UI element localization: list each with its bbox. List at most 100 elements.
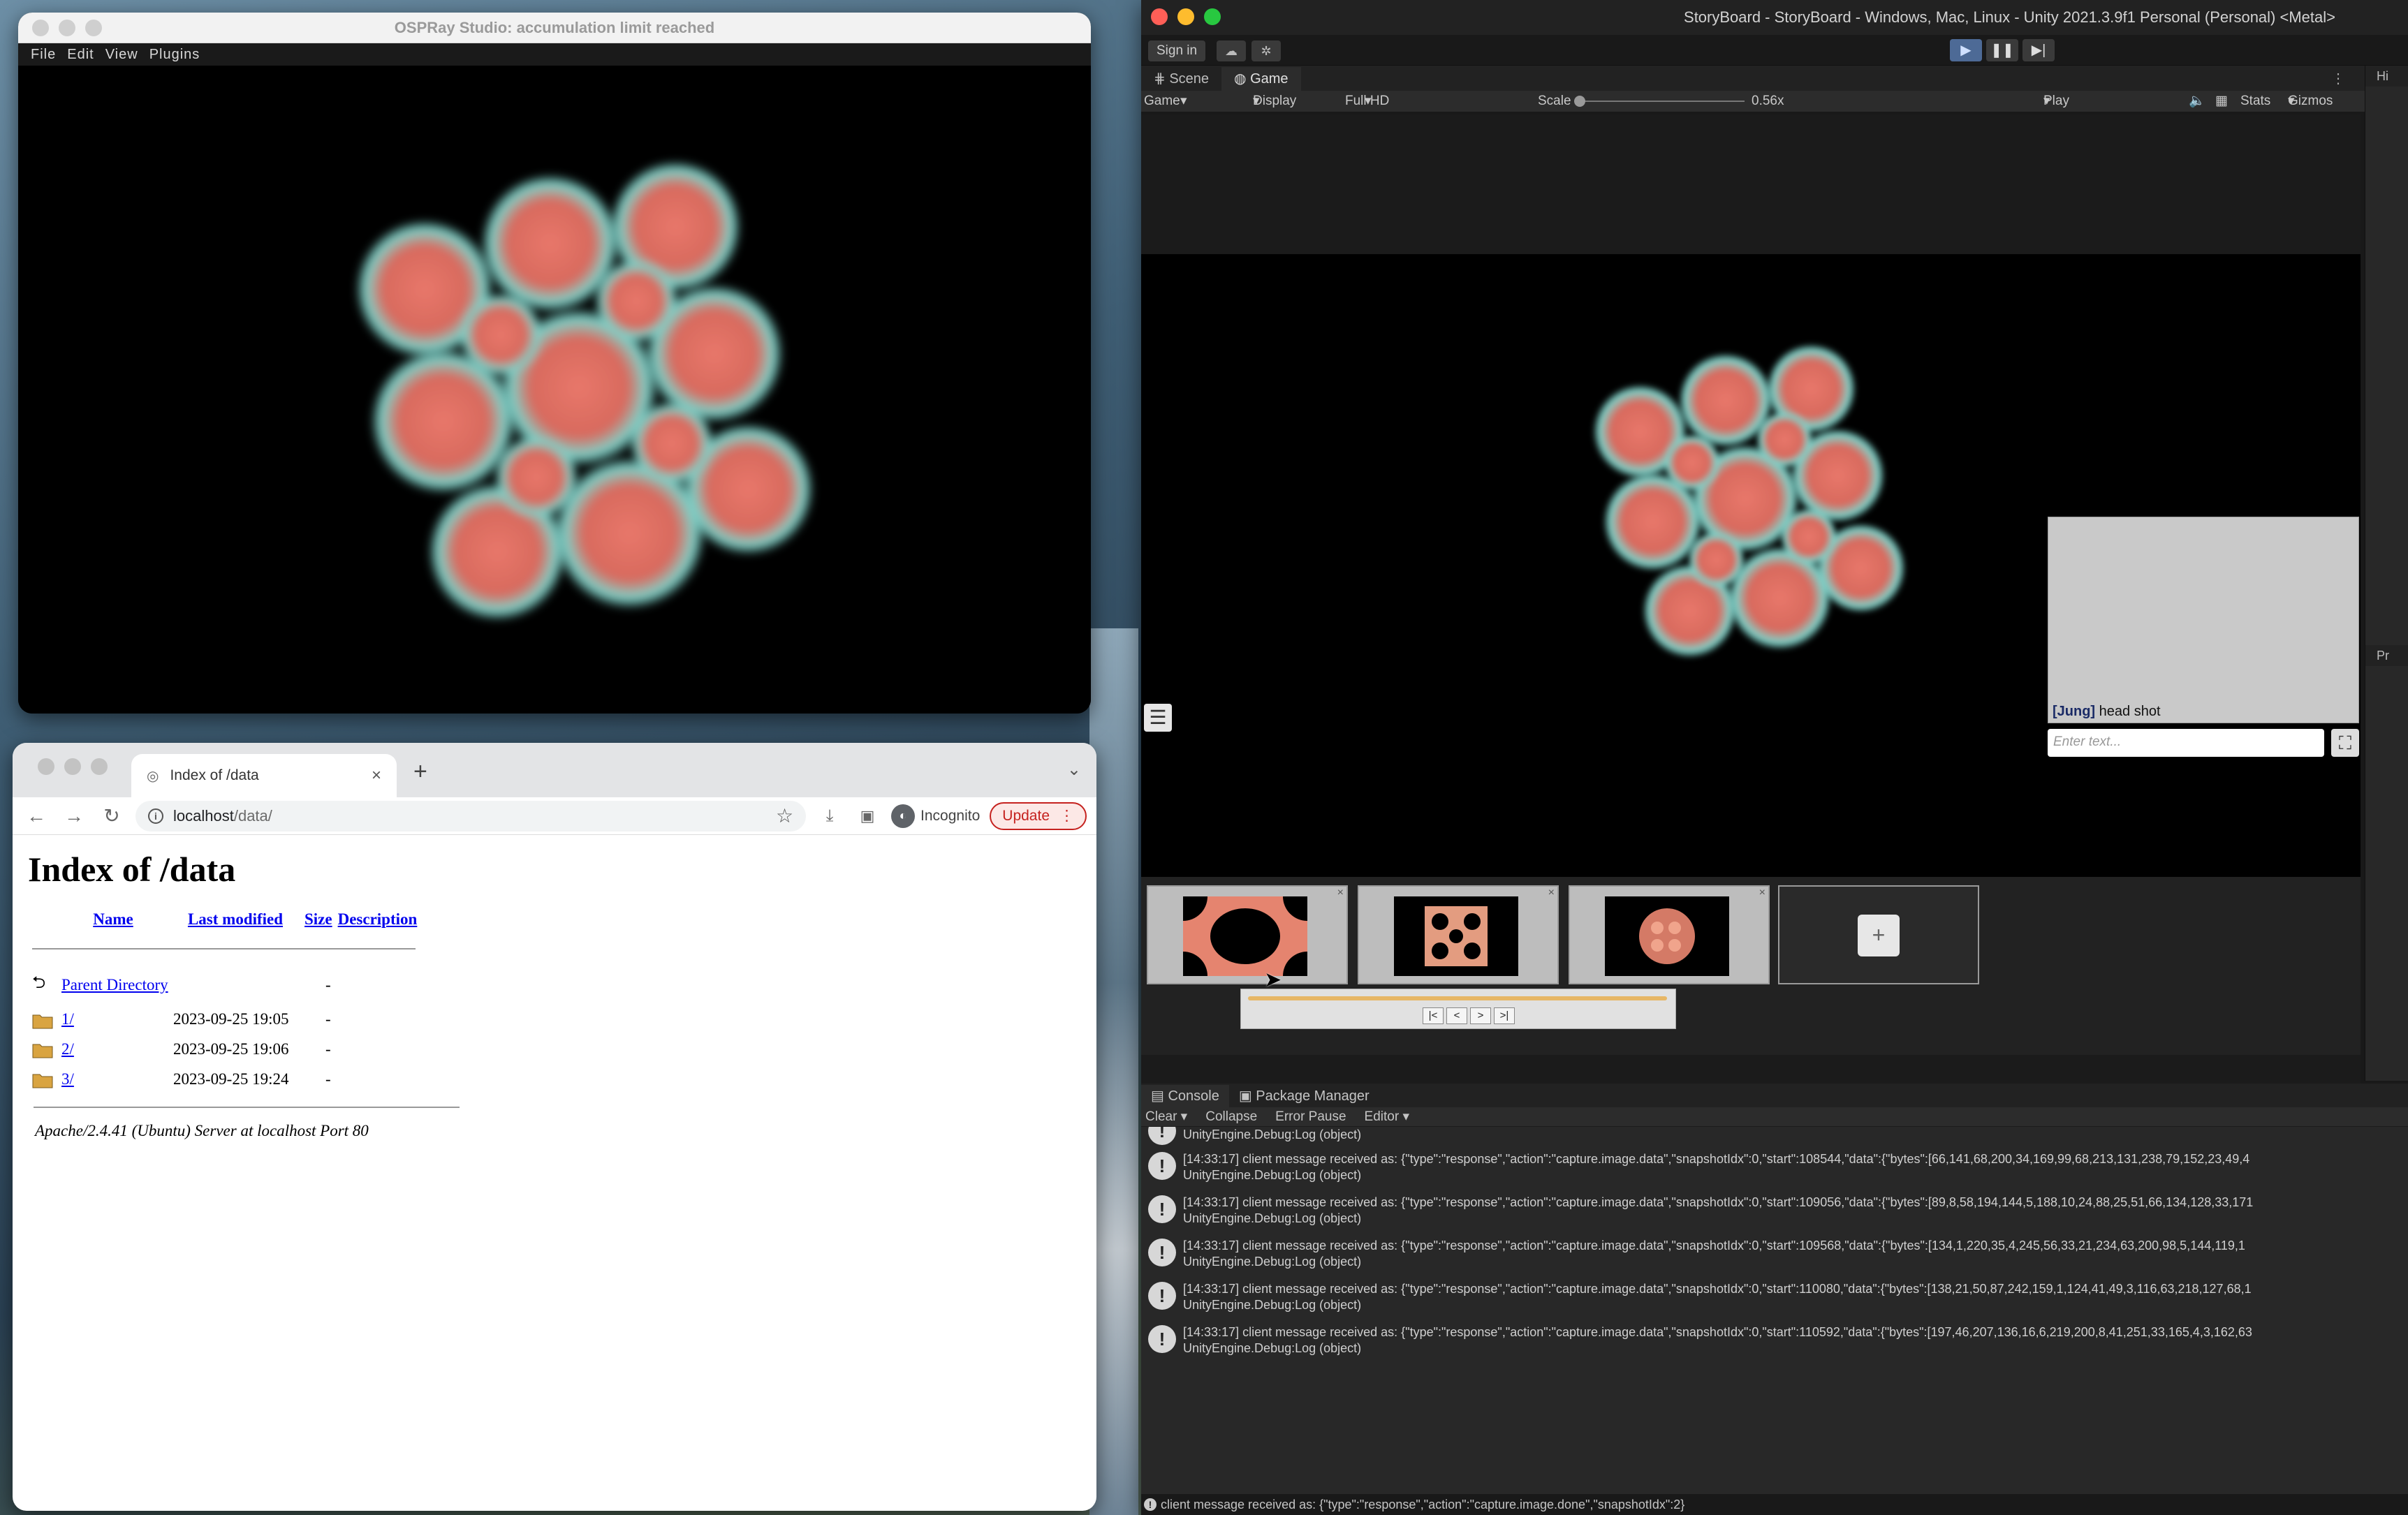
shot-label: head shot	[2099, 704, 2161, 719]
error-pause-button[interactable]: Error Pause	[1275, 1107, 1346, 1126]
log-entry[interactable]: ! [14:33:17] client message received as:…	[1141, 1233, 2408, 1276]
side-panel-icon[interactable]: ▣	[853, 802, 881, 830]
close-icon[interactable]	[32, 20, 49, 36]
address-bar[interactable]: i localhost/data/ ☆	[135, 800, 807, 832]
timeline-progress[interactable]	[1248, 996, 1667, 1000]
sort-name-link[interactable]: Name	[93, 910, 133, 928]
menu-plugins[interactable]: Plugins	[149, 43, 212, 66]
log-entry[interactable]: ! [14:33:17] client message received as:…	[1141, 1190, 2408, 1233]
sort-modified-link[interactable]: Last modified	[188, 910, 283, 928]
download-icon[interactable]: ⤓	[816, 802, 844, 830]
collapse-button[interactable]: Collapse	[1205, 1107, 1257, 1126]
prev-icon[interactable]: <	[1446, 1007, 1467, 1024]
url-text[interactable]: localhost/data/	[173, 807, 766, 825]
close-icon[interactable]	[1151, 8, 1168, 25]
folder-link[interactable]: 1/	[61, 1010, 74, 1028]
pause-icon[interactable]: ❚❚	[1986, 39, 2018, 61]
storyboard-frame-3[interactable]: ×	[1569, 885, 1770, 984]
game-view[interactable]: [Jung] head shot Enter text... ⛶ ☰ × × ×…	[1141, 114, 2361, 1084]
column-name[interactable]: Name	[57, 908, 169, 940]
tab-package-manager[interactable]: ▣ Package Manager	[1229, 1085, 1379, 1107]
scale-slider[interactable]	[1577, 101, 1745, 102]
chevron-down-icon: ▾	[1365, 94, 1372, 108]
close-icon[interactable]: ×	[1759, 887, 1765, 899]
sort-description-link[interactable]: Description	[338, 910, 418, 928]
maximize-icon[interactable]	[91, 758, 108, 775]
storyboard-frame-2[interactable]: ×	[1358, 885, 1559, 984]
back-arrow-icon: ⮌	[32, 974, 46, 992]
hierarchy-header[interactable]: Hi	[2365, 66, 2408, 87]
sign-in-button[interactable]: Sign in	[1148, 40, 1206, 61]
close-icon[interactable]	[38, 758, 54, 775]
close-icon[interactable]: ×	[1337, 887, 1344, 899]
reload-icon[interactable]: ↻	[98, 802, 126, 830]
globe-icon: ◎	[147, 768, 159, 784]
collab-icon[interactable]: ✲	[1251, 40, 1281, 61]
tab-console[interactable]: ▤ Console	[1141, 1085, 1229, 1107]
storyboard-frame-1[interactable]: ×	[1147, 885, 1348, 984]
log-entry[interactable]: ! [14:33:17] client message received as:…	[1141, 1276, 2408, 1320]
chevron-down-icon[interactable]: ⌄	[1067, 760, 1081, 780]
play-focused-dropdown[interactable]: Play Focused ▾	[2043, 91, 2094, 129]
update-button[interactable]: Update ⋮	[990, 801, 1087, 830]
tab-scene[interactable]: ⋕ Scene	[1141, 67, 1221, 91]
minimize-icon[interactable]	[59, 20, 75, 36]
maximize-icon[interactable]	[85, 20, 102, 36]
maximize-icon[interactable]	[1204, 8, 1221, 25]
sort-size-link[interactable]: Size	[304, 910, 332, 928]
menu-file[interactable]: File	[31, 43, 67, 66]
next-icon[interactable]: >	[1470, 1007, 1491, 1024]
new-tab-button[interactable]: +	[413, 758, 427, 785]
window-title: StoryBoard - StoryBoard - Windows, Mac, …	[1684, 8, 2335, 26]
mute-icon[interactable]: 🔈	[2189, 91, 2205, 112]
menu-view[interactable]: View	[105, 43, 149, 66]
parent-directory-link[interactable]: Parent Directory	[61, 976, 168, 993]
folder-link[interactable]: 3/	[61, 1070, 74, 1088]
column-size[interactable]: Size	[302, 908, 335, 940]
cloud-icon[interactable]: ☁	[1217, 40, 1246, 61]
close-tab-icon[interactable]: ×	[372, 766, 381, 785]
render-viewport[interactable]	[18, 66, 1091, 714]
skip-end-icon[interactable]: >|	[1494, 1007, 1515, 1024]
window-controls	[38, 758, 108, 775]
display-dropdown[interactable]: Display 1 ▾	[1253, 91, 1296, 129]
star-icon[interactable]: ☆	[776, 804, 793, 827]
info-icon: !	[1144, 1498, 1157, 1511]
hamburger-menu-icon[interactable]: ☰	[1144, 704, 1172, 732]
window-title: OSPRay Studio: accumulation limit reache…	[394, 19, 715, 36]
play-icon[interactable]: ▶	[1950, 39, 1982, 61]
stats-button[interactable]: Stats	[2240, 91, 2270, 112]
incognito-indicator[interactable]: ◐ Incognito	[891, 804, 980, 828]
editor-dropdown[interactable]: Editor ▾	[1365, 1107, 1409, 1126]
log-entry[interactable]: ! [14:33:17] client message received as:…	[1141, 1146, 2408, 1190]
skip-start-icon[interactable]: |<	[1423, 1007, 1444, 1024]
column-description[interactable]: Description	[335, 908, 420, 940]
expand-icon[interactable]: ⛶	[2331, 729, 2359, 757]
editor-tabs: ⋕ Scene ◍ Game ⋮	[1141, 66, 2408, 91]
info-icon[interactable]: i	[148, 808, 163, 824]
status-bar[interactable]: ! client message received as: {"type":"r…	[1141, 1494, 2408, 1515]
forward-icon[interactable]: →	[60, 802, 88, 830]
minimize-icon[interactable]	[1177, 8, 1194, 25]
kebab-menu-icon[interactable]: ⋮	[2331, 70, 2345, 87]
menu-edit[interactable]: Edit	[67, 43, 105, 66]
gizmos-dropdown[interactable]: Gizmos ▾	[2288, 91, 2333, 112]
tab-game[interactable]: ◍ Game	[1221, 67, 1301, 91]
log-entry[interactable]: ! UnityEngine.Debug:Log (object)	[1141, 1127, 2408, 1146]
folder-link[interactable]: 2/	[61, 1040, 74, 1058]
mouse-cursor: ➤	[1264, 968, 1282, 991]
log-entry[interactable]: ! [14:33:17] client message received as:…	[1141, 1320, 2408, 1363]
add-frame-button[interactable]: +	[1778, 885, 1979, 984]
minimize-icon[interactable]	[64, 758, 81, 775]
caption-input[interactable]: Enter text...	[2048, 729, 2324, 757]
clear-button[interactable]: Clear ▾	[1145, 1107, 1187, 1126]
project-header[interactable]: Pr	[2365, 645, 2408, 666]
keyboard-icon[interactable]: ▦	[2215, 91, 2228, 112]
step-icon[interactable]: ▶|	[2022, 39, 2055, 61]
back-icon[interactable]: ←	[22, 802, 50, 830]
column-modified[interactable]: Last modified	[169, 908, 302, 940]
browser-tab[interactable]: ◎ Index of /data ×	[131, 754, 397, 797]
divider	[28, 940, 420, 965]
close-icon[interactable]: ×	[1548, 887, 1555, 899]
scale-slider-thumb[interactable]	[1574, 96, 1585, 107]
